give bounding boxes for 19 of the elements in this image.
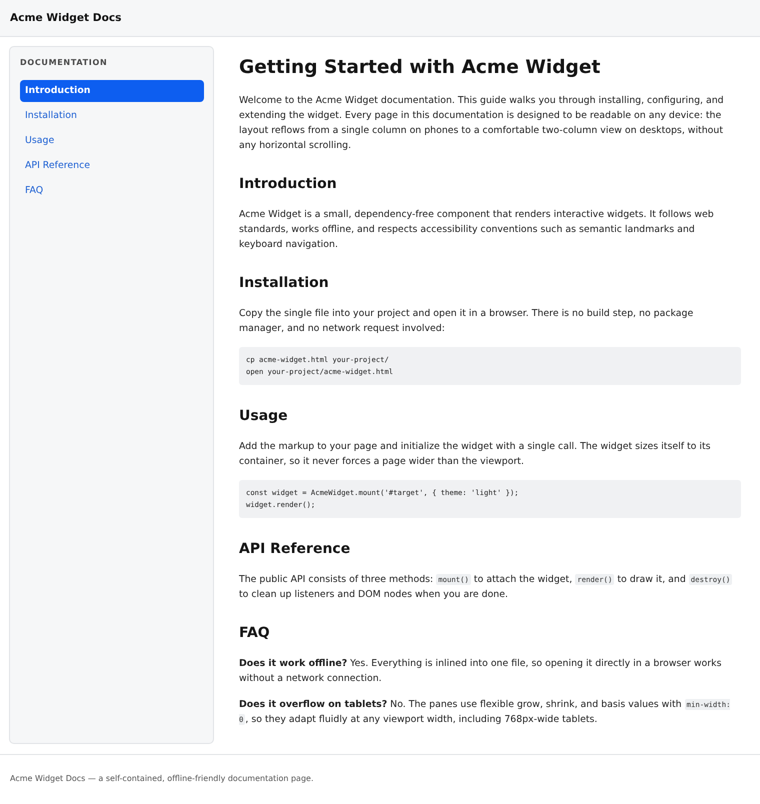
site-title: Acme Widget Docs — [10, 12, 122, 24]
section-heading: Introduction — [239, 175, 338, 193]
nav-link[interactable]: Usage — [20, 130, 204, 152]
section-heading: Usage — [239, 407, 289, 425]
sidebar-heading: DOCUMENTATION — [20, 58, 108, 68]
section-heading: API Reference — [239, 540, 352, 558]
section-heading: Installation — [239, 274, 330, 292]
footer-text: Acme Widget Docs — a self-contained, offline-friendly documentation page. — [10, 773, 314, 785]
paragraph: Does it work offline? Yes. Everything is inlined into one file, so opening it directly in a browser works without a network connection. — [239, 657, 722, 686]
section-heading: FAQ — [239, 624, 271, 642]
paragraph: Welcome to the Acme Widget documentation. This guide walks you through installing, configuring, and extending the widget. Every page in this documentation is designed to be readable on any device: the layout reflows from a single column on phones to a comfortable two-column view on desktops, without any horizontal scrolling. — [239, 94, 725, 153]
nav-link[interactable]: Installation — [20, 105, 204, 127]
paragraph: Add the markup to your page and initialize the widget with a single call. The widget sizes itself to its container, so it never forces a page wider than the viewport. — [239, 440, 712, 469]
nav-link[interactable]: FAQ — [20, 180, 204, 202]
paragraph: Acme Widget is a small, dependency-free component that renders interactive widgets. It follows web standards, works offline, and respects accessibility conventions such as semantic landmarks and keyboard navigation. — [239, 208, 715, 252]
nav-link[interactable]: Introduction — [20, 80, 204, 102]
paragraph: Copy the single file into your project and open it in a browser. There is no build step, no package manager, and no network request involved: — [239, 307, 694, 336]
nav-link[interactable]: API Reference — [20, 155, 204, 177]
page-title: Getting Started with Acme Widget — [239, 56, 602, 79]
